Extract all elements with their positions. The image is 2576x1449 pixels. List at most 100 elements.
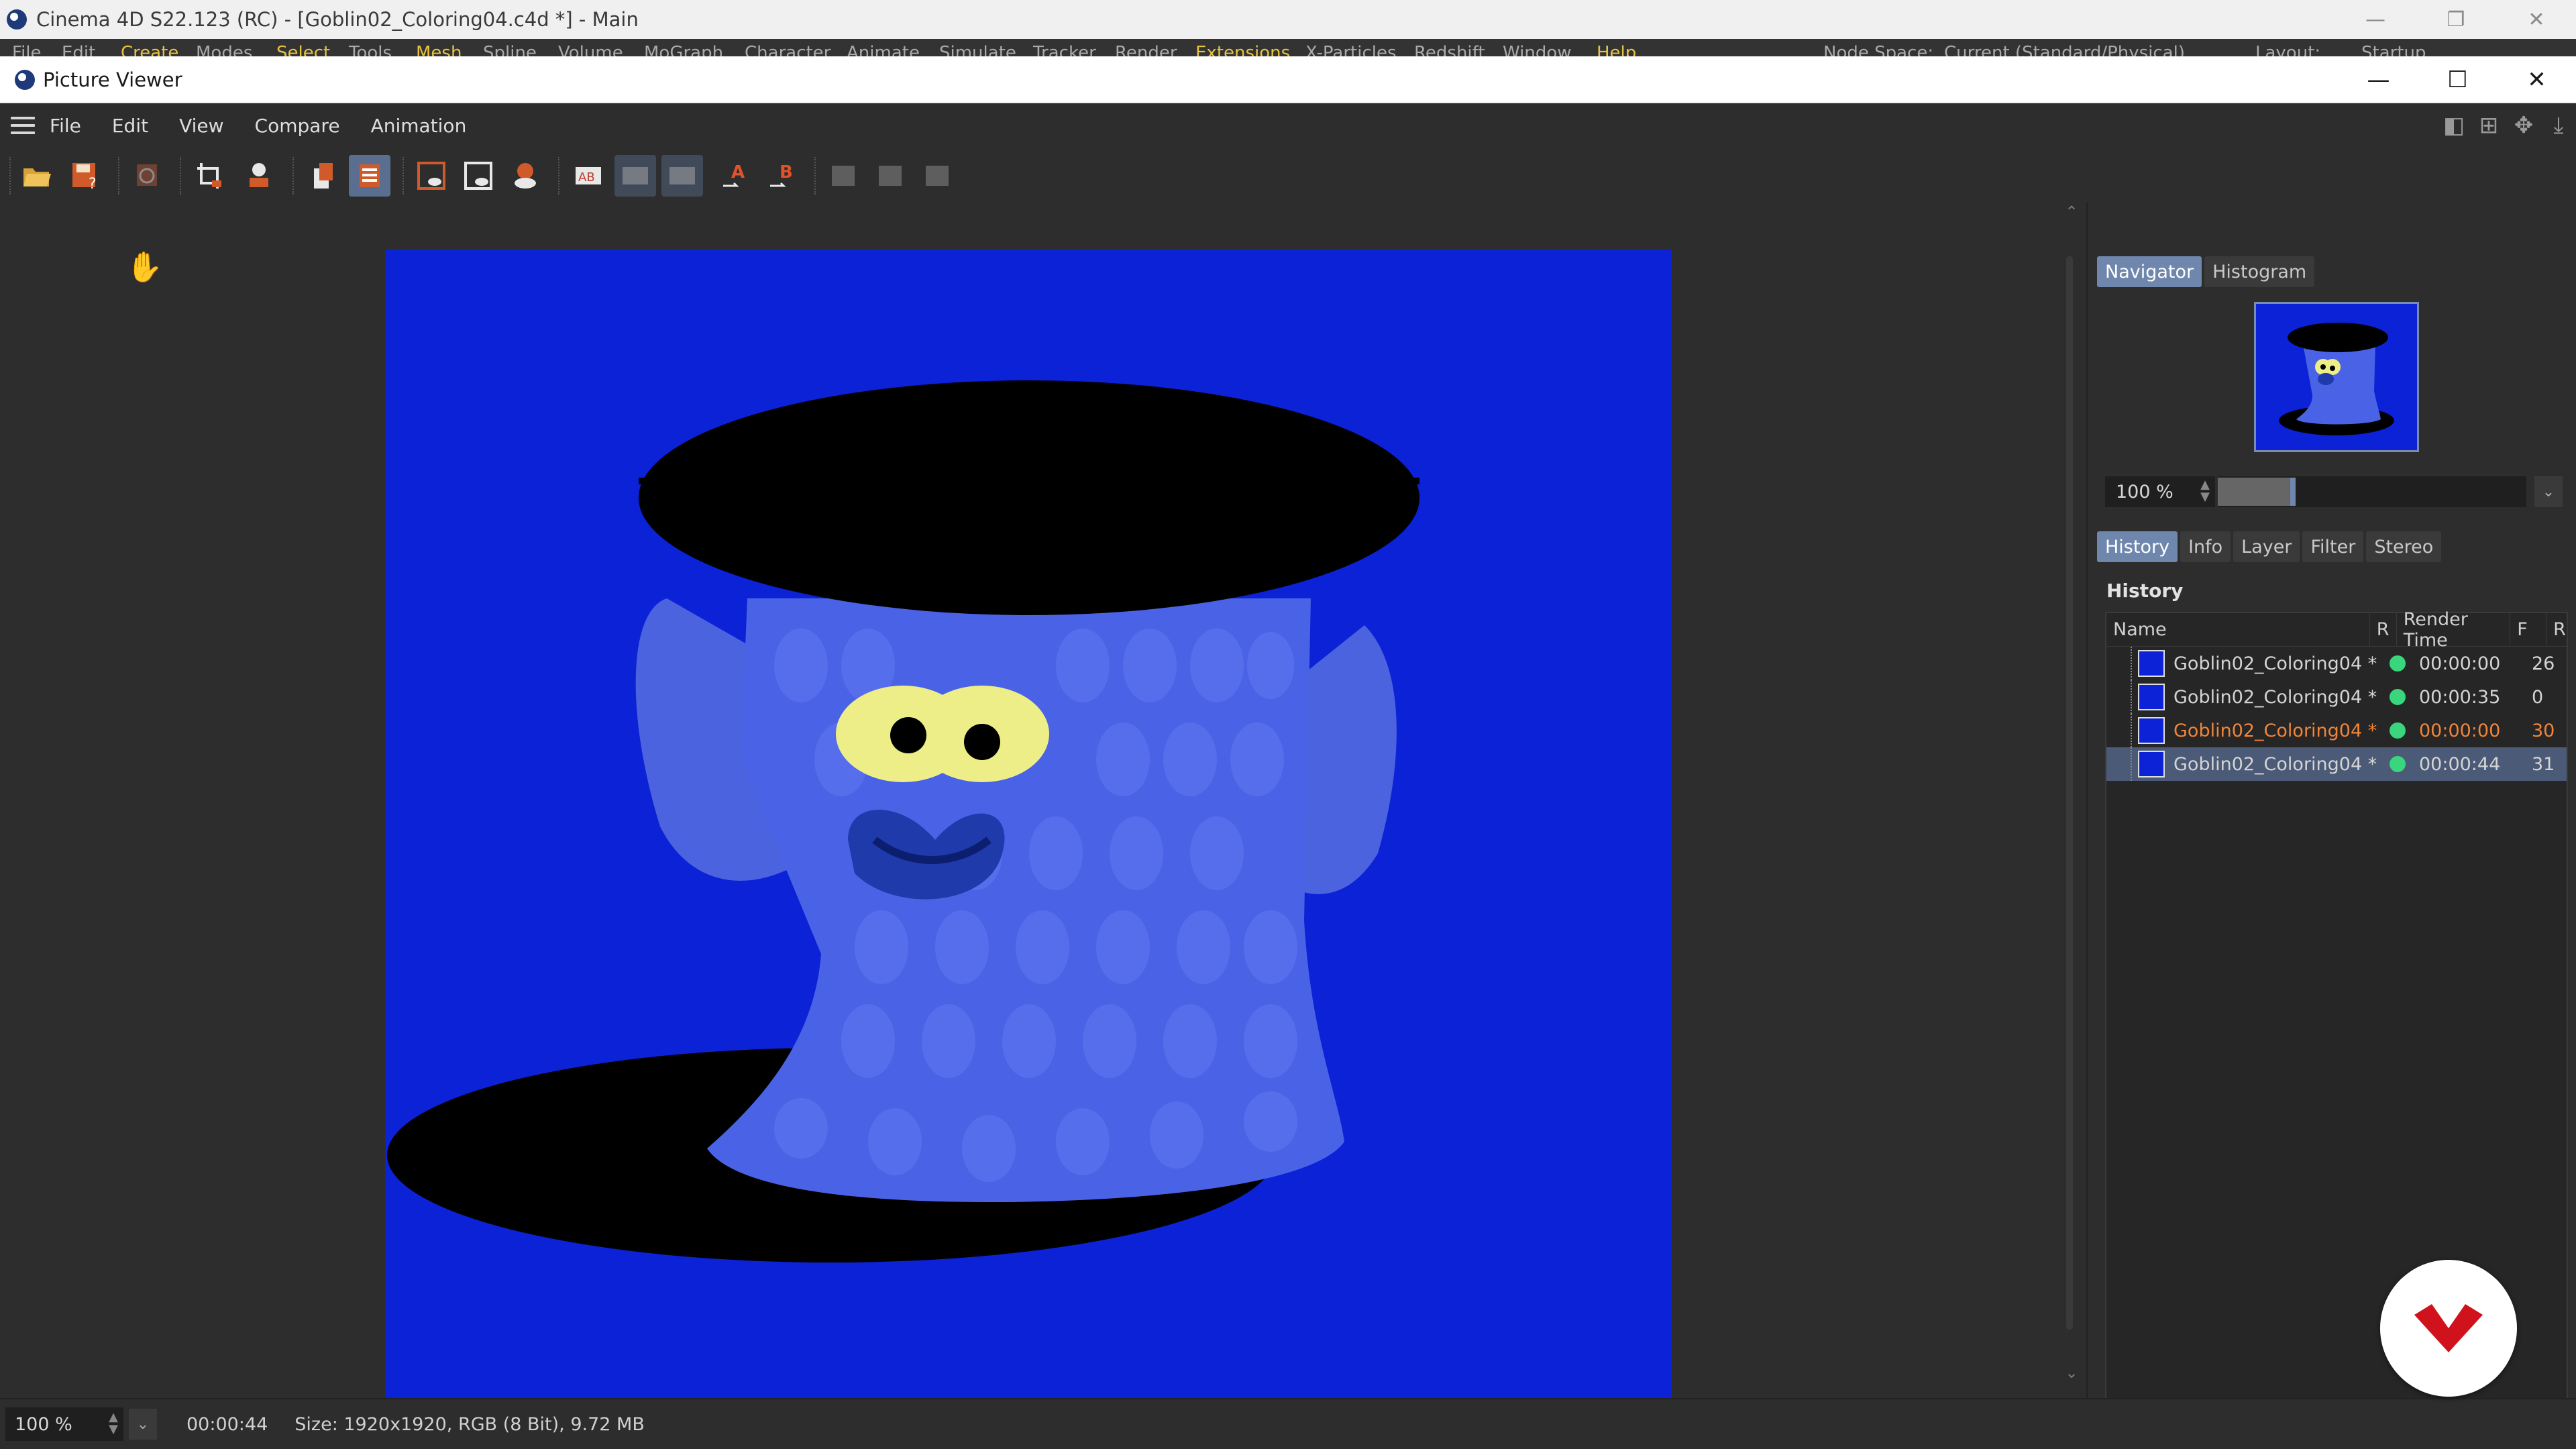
status-zoom-field[interactable]: 100 % ▲ ▼ [5, 1407, 123, 1441]
navigator-thumbnail[interactable] [2254, 302, 2419, 452]
main-menu-item[interactable]: Tools [349, 43, 392, 56]
menu-animation[interactable]: Animation [371, 115, 467, 137]
status-zoom-dropdown-icon[interactable]: ⌄ [129, 1409, 157, 1440]
column-render-time[interactable]: Render Time [2397, 609, 2511, 651]
main-menu-item[interactable]: X-Particles [1305, 43, 1397, 56]
main-menu-item[interactable]: Simulate [939, 43, 1016, 56]
set-a-icon[interactable]: A [715, 155, 757, 197]
menu-file[interactable]: File [50, 115, 81, 137]
maximize-button[interactable]: ☐ [2419, 56, 2496, 103]
menu-compare[interactable]: Compare [255, 115, 340, 137]
menu-view[interactable]: View [179, 115, 223, 137]
render-all-icon[interactable] [504, 155, 546, 197]
main-menu-item[interactable]: Create [121, 43, 178, 56]
main-menu-item[interactable]: Mesh [416, 43, 462, 56]
history-row-time: 00:00:35 [2419, 686, 2501, 708]
main-menu-item[interactable]: Redshift [1414, 43, 1485, 56]
main-menu-item[interactable]: Tracker [1033, 43, 1096, 56]
status-zoom-spinner-icon[interactable]: ▲ ▼ [109, 1411, 118, 1436]
hamburger-menu-icon[interactable] [11, 117, 35, 134]
crop-icon[interactable] [189, 155, 231, 197]
main-menu-item[interactable]: Animate [847, 43, 920, 56]
move-panel-icon[interactable]: ✥ [2506, 112, 2541, 139]
main-menu-item[interactable]: Select [276, 43, 330, 56]
column-name[interactable]: Name [2106, 612, 2370, 647]
set-b-icon[interactable]: B [762, 155, 804, 197]
minimize-button[interactable]: — [2340, 56, 2417, 103]
zoom-spinner-icon[interactable]: ▲ ▼ [2200, 479, 2210, 503]
tab-filter[interactable]: Filter [2302, 531, 2364, 562]
zoom-slider-handle[interactable] [2290, 478, 2296, 506]
zoom-dropdown-icon[interactable]: ⌄ [2534, 476, 2563, 507]
red-chevron-logo-icon [2414, 1304, 2483, 1352]
vertical-scrollbar[interactable] [2066, 256, 2073, 1330]
history-row-frame: 30 [2532, 720, 2555, 741]
grid1-icon[interactable] [822, 155, 864, 197]
grid2-icon[interactable] [869, 155, 911, 197]
stop-render-icon[interactable] [126, 155, 168, 197]
tab-history[interactable]: History [2097, 531, 2178, 562]
ab-swap-icon[interactable] [661, 155, 703, 197]
close-app-button[interactable]: ✕ [2500, 0, 2573, 39]
minimize-app-button[interactable]: — [2339, 0, 2412, 39]
column-r[interactable]: R [2370, 612, 2397, 647]
tab-layer[interactable]: Layer [2233, 531, 2300, 562]
status-dot-icon [2384, 689, 2411, 705]
history-row-frame: 0 [2532, 686, 2544, 708]
main-menu-item[interactable]: File [12, 43, 42, 56]
list-icon[interactable] [349, 155, 390, 197]
ab-split-icon[interactable] [614, 155, 656, 197]
navigator-zoom-value: 100 % [2116, 481, 2174, 502]
history-row[interactable]: Goblin02_Coloring04 * 00:00:35 0 [2106, 680, 2567, 714]
toggle-panel-icon[interactable]: ◧ [2436, 112, 2471, 139]
expand-panel-icon[interactable]: ⊞ [2471, 112, 2506, 139]
hand-cursor-icon: ✋ [126, 250, 163, 284]
main-menu-item[interactable]: Window [1503, 43, 1572, 56]
watermark-logo [2380, 1260, 2517, 1397]
scroll-down-icon[interactable]: ⌄ [2065, 1363, 2078, 1382]
grid3-icon[interactable] [916, 155, 958, 197]
history-row-selected[interactable]: Goblin02_Coloring04 * 00:00:44 31 [2106, 747, 2567, 781]
open-icon[interactable] [16, 155, 58, 197]
column-r2[interactable]: R [2546, 613, 2567, 647]
image-canvas[interactable]: ✋ ⌃ ⌄ [0, 203, 2086, 1432]
picture-viewer-titlebar: Picture Viewer — ☐ ✕ [0, 56, 2576, 103]
main-menu-item[interactable]: Render [1115, 43, 1177, 56]
copy-icon[interactable] [302, 155, 343, 197]
status-zoom-value: 100 % [15, 1413, 72, 1435]
main-menu-item[interactable]: Modes [196, 43, 252, 56]
picture-viewer-menubar: File Edit View Compare Animation ◧ ⊞ ✥ ⤓ [0, 103, 2576, 148]
main-menu-item[interactable]: Help [1597, 43, 1636, 56]
node-space-dropdown[interactable]: Current (Standard/Physical) [1944, 43, 2185, 56]
main-menu-item[interactable]: Spline [483, 43, 537, 56]
history-row[interactable]: Goblin02_Coloring04 * 00:00:00 26 [2106, 647, 2567, 680]
history-row[interactable]: Goblin02_Coloring04 * 00:00:00 30 [2106, 714, 2567, 747]
tab-info[interactable]: Info [2180, 531, 2231, 562]
main-menu-item[interactable]: Edit [62, 43, 95, 56]
close-button[interactable]: ✕ [2498, 56, 2575, 103]
tab-navigator[interactable]: Navigator [2097, 256, 2202, 287]
ab-compare-icon[interactable]: AB [568, 155, 609, 197]
main-menu-item[interactable]: Character [745, 43, 830, 56]
restore-app-button[interactable]: ❐ [2419, 0, 2493, 39]
main-menu-item[interactable]: Extensions [1195, 43, 1290, 56]
menu-edit[interactable]: Edit [112, 115, 148, 137]
column-frame[interactable]: F [2510, 612, 2547, 647]
magnifier-icon[interactable] [237, 155, 279, 197]
tab-stereo[interactable]: Stereo [2366, 531, 2442, 562]
navigator-tabs: Navigator Histogram [2097, 256, 2317, 287]
main-menu-item[interactable]: Volume [558, 43, 623, 56]
layout-dropdown[interactable]: Startup [2361, 43, 2426, 56]
save-icon[interactable]: ? [64, 155, 106, 197]
render-view-icon[interactable] [458, 155, 499, 197]
render-region-icon[interactable] [411, 155, 452, 197]
scroll-up-icon[interactable]: ⌃ [2065, 203, 2078, 221]
navigator-zoom-field[interactable]: 100 % ▲ ▼ [2105, 476, 2215, 507]
rendered-image [385, 250, 1672, 1432]
navigator-zoom-slider[interactable] [2218, 476, 2526, 507]
main-menu-item[interactable]: MoGraph [644, 43, 723, 56]
side-panel: Navigator Histogram 100 % ▲ ▼ ⌄ History … [2086, 203, 2576, 1449]
tab-histogram[interactable]: Histogram [2204, 256, 2315, 287]
dock-panel-icon[interactable]: ⤓ [2541, 112, 2576, 139]
render-thumbnail-icon [2136, 649, 2167, 678]
